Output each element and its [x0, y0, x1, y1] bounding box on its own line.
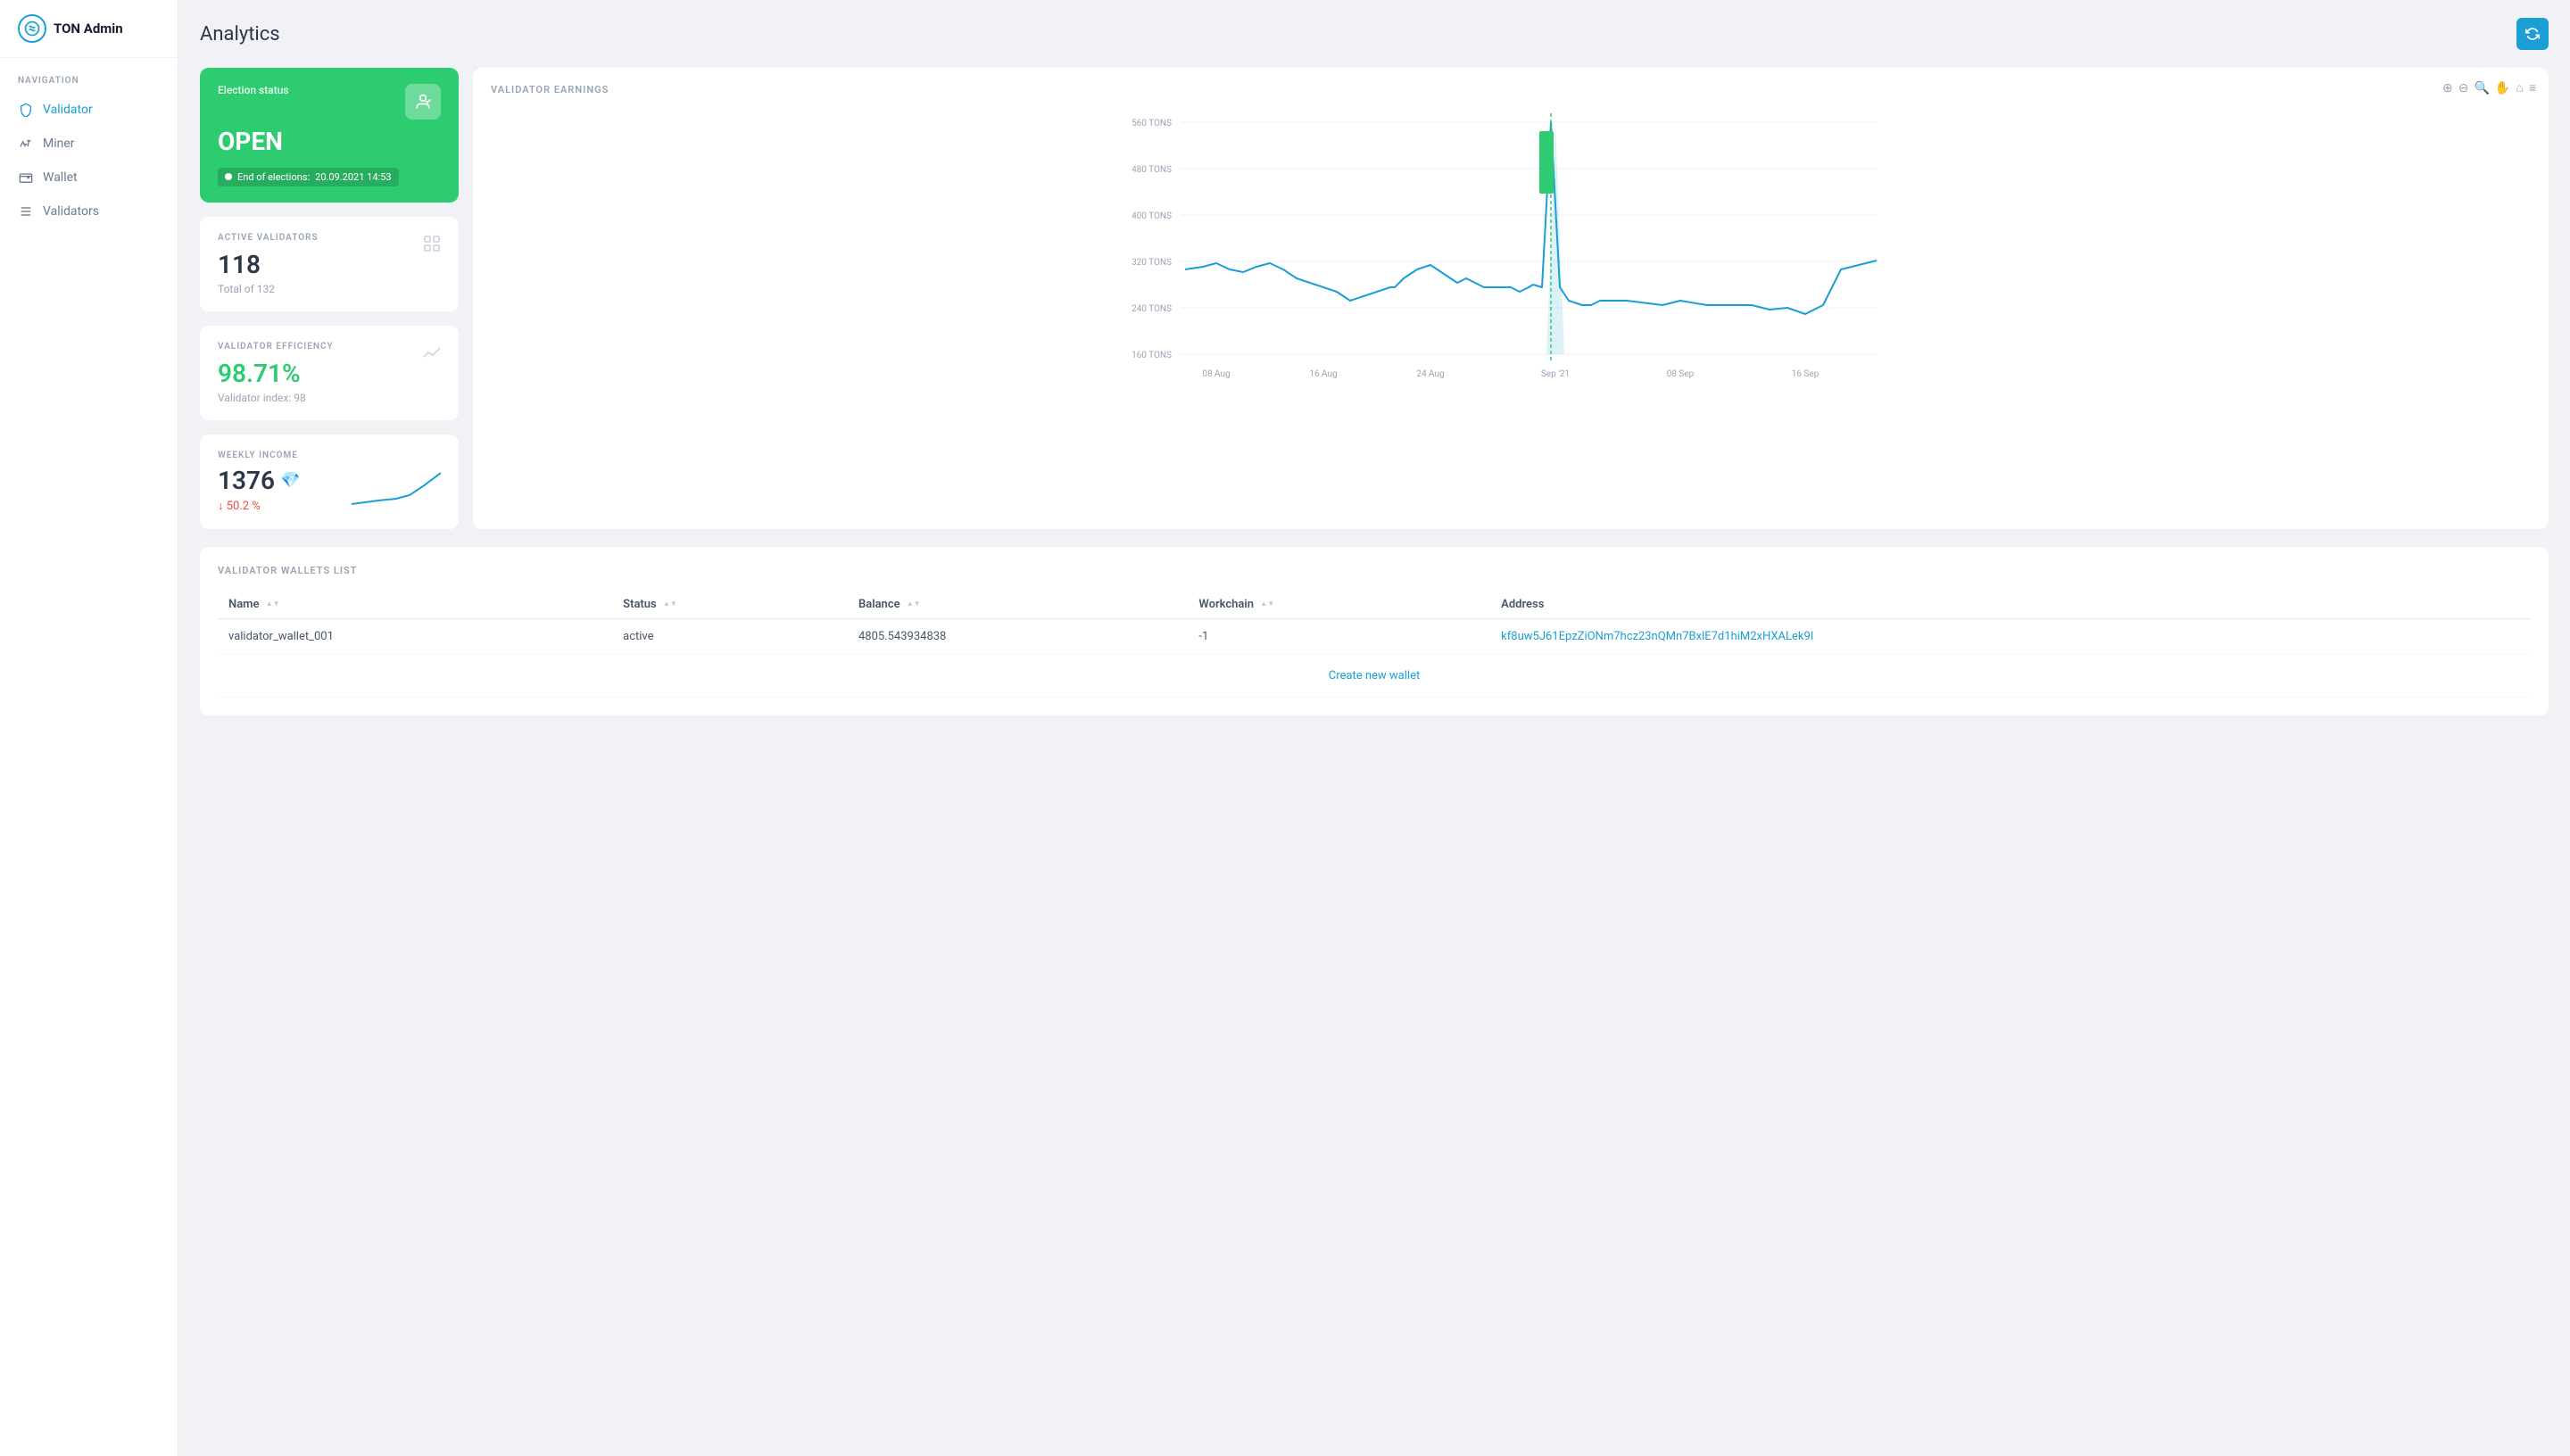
validators-metric-icon [421, 233, 443, 259]
left-cards: Election status OPEN End of elections: 2… [200, 68, 459, 529]
svg-text:480 TONS: 480 TONS [1132, 165, 1172, 175]
svg-text:16 Aug: 16 Aug [1309, 369, 1337, 379]
sort-status[interactable]: ▲▼ [663, 600, 677, 608]
svg-text:Sep '21: Sep '21 [1541, 369, 1570, 379]
svg-text:560 TONS: 560 TONS [1132, 119, 1172, 128]
election-end-label: End of elections: [237, 171, 310, 183]
zoom-out-icon[interactable]: ⊖ [2458, 81, 2469, 95]
main-content: Analytics Election status [178, 0, 2570, 1456]
table-title: VALIDATOR WALLETS LIST [218, 565, 2531, 576]
sidebar-label-miner: Miner [43, 136, 75, 151]
main-header: Analytics [200, 18, 2549, 50]
sort-balance[interactable]: ▲▼ [907, 600, 921, 608]
svg-text:240 TONS: 240 TONS [1132, 304, 1172, 314]
cards-row: Election status OPEN End of elections: 2… [200, 68, 2549, 529]
validators-icon [18, 203, 34, 219]
efficiency-label: VALIDATOR EFFICIENCY [218, 342, 441, 352]
svg-text:160 TONS: 160 TONS [1132, 351, 1172, 360]
wallet-workchain: -1 [1188, 618, 1490, 654]
active-validators-card: ACTIVE VALIDATORS 118 Total of 132 [200, 217, 459, 311]
svg-text:08 Aug: 08 Aug [1202, 369, 1230, 379]
sidebar-label-wallet: Wallet [43, 170, 78, 185]
pan-icon[interactable]: ✋ [2495, 81, 2510, 95]
col-workchain: Workchain ▲▼ [1188, 591, 1490, 619]
svg-text:08 Sep: 08 Sep [1667, 369, 1695, 379]
svg-text:16 Sep: 16 Sep [1792, 369, 1820, 379]
menu-icon[interactable]: ≡ [2529, 80, 2536, 95]
sidebar-item-validators[interactable]: Validators [0, 194, 178, 228]
sort-name[interactable]: ▲▼ [266, 600, 280, 608]
active-validators-label: ACTIVE VALIDATORS [218, 233, 441, 243]
sidebar: TON Admin NAVIGATION Validator Miner Wal… [0, 0, 178, 1456]
wallets-table: Name ▲▼ Status ▲▼ Balance ▲▼ Workchain ▲… [218, 591, 2531, 698]
efficiency-value: 98.71% [218, 359, 441, 388]
sidebar-label-validators: Validators [43, 204, 99, 219]
sidebar-item-validator[interactable]: Validator [0, 93, 178, 127]
chart-card: VALIDATOR EARNINGS ⊕ ⊖ 🔍 ✋ ⌂ ≡ 560 TONS [473, 68, 2549, 529]
table-header-row: Name ▲▼ Status ▲▼ Balance ▲▼ Workchain ▲… [218, 591, 2531, 619]
weekly-left: 1376 💎 ↓ 50.2 % [218, 460, 300, 513]
diamond-icon: 💎 [280, 471, 300, 490]
miner-icon [18, 136, 34, 152]
weekly-row: 1376 💎 ↓ 50.2 % [218, 460, 441, 513]
refresh-button[interactable] [2516, 18, 2549, 50]
nav-label: NAVIGATION [0, 58, 178, 93]
election-label: Election status [218, 84, 289, 96]
active-validators-value: 118 [218, 250, 441, 279]
wallet-name: validator_wallet_001 [218, 618, 612, 654]
col-address: Address [1490, 591, 2531, 619]
efficiency-icon [421, 342, 443, 368]
sidebar-item-wallet[interactable]: Wallet [0, 161, 178, 194]
page-title: Analytics [200, 23, 280, 46]
earnings-chart: 560 TONS 480 TONS 400 TONS 320 TONS 240 … [491, 113, 2531, 390]
weekly-income-value: 1376 [218, 466, 275, 495]
table-row: validator_wallet_001 active 4805.5439348… [218, 618, 2531, 654]
create-wallet-row: Create new wallet [218, 654, 2531, 697]
wallet-icon [18, 170, 34, 186]
zoom-in-icon[interactable]: ⊕ [2442, 81, 2453, 95]
election-end: End of elections: 20.09.2021 14:53 [218, 168, 399, 186]
election-card: Election status OPEN End of elections: 2… [200, 68, 459, 203]
election-end-value: 20.09.2021 14:53 [315, 171, 391, 183]
weekly-change: ↓ 50.2 % [218, 499, 300, 513]
weekly-income-label: Weekly income [218, 451, 441, 460]
weekly-sparkline [352, 468, 441, 513]
sidebar-label-validator: Validator [43, 103, 93, 117]
svg-text:24 Aug: 24 Aug [1416, 369, 1444, 379]
logo: TON Admin [0, 0, 178, 58]
weekly-income-card: Weekly income 1376 💎 ↓ 50.2 % [200, 434, 459, 529]
wallet-address[interactable]: kf8uw5J61EpzZiONm7hcz23nQMn7BxlE7d1hiM2x… [1490, 618, 2531, 654]
svg-text:Returned 2 stakes: Returned 2 stakes [1567, 134, 1575, 191]
sort-workchain[interactable]: ▲▼ [1260, 600, 1274, 608]
col-status: Status ▲▼ [612, 591, 848, 619]
election-status: OPEN [218, 127, 441, 156]
validator-icon [18, 102, 34, 118]
sidebar-item-miner[interactable]: Miner [0, 127, 178, 161]
election-dot [225, 173, 232, 180]
col-name: Name ▲▼ [218, 591, 612, 619]
efficiency-sub: Validator index: 98 [218, 392, 441, 404]
chart-toolbar: ⊕ ⊖ 🔍 ✋ ⌂ ≡ [2442, 80, 2536, 95]
active-validators-sub: Total of 132 [218, 283, 441, 295]
logo-icon [18, 14, 46, 43]
election-card-header: Election status [218, 84, 441, 120]
wallets-table-card: VALIDATOR WALLETS LIST Name ▲▼ Status ▲▼… [200, 547, 2549, 716]
election-icon [405, 84, 441, 120]
col-balance: Balance ▲▼ [848, 591, 1188, 619]
home-icon[interactable]: ⌂ [2516, 80, 2523, 95]
create-wallet-link[interactable]: Create new wallet [1329, 669, 1420, 682]
wallet-balance: 4805.543934838 [848, 618, 1188, 654]
weekly-value-row: 1376 💎 [218, 466, 300, 495]
svg-text:320 TONS: 320 TONS [1132, 258, 1172, 268]
svg-text:400 TONS: 400 TONS [1132, 211, 1172, 221]
logo-text: TON Admin [54, 21, 123, 37]
efficiency-card: VALIDATOR EFFICIENCY 98.71% Validator in… [200, 326, 459, 420]
chart-title: VALIDATOR EARNINGS [491, 84, 2531, 95]
search-icon[interactable]: 🔍 [2474, 81, 2489, 95]
wallet-status: active [612, 618, 848, 654]
